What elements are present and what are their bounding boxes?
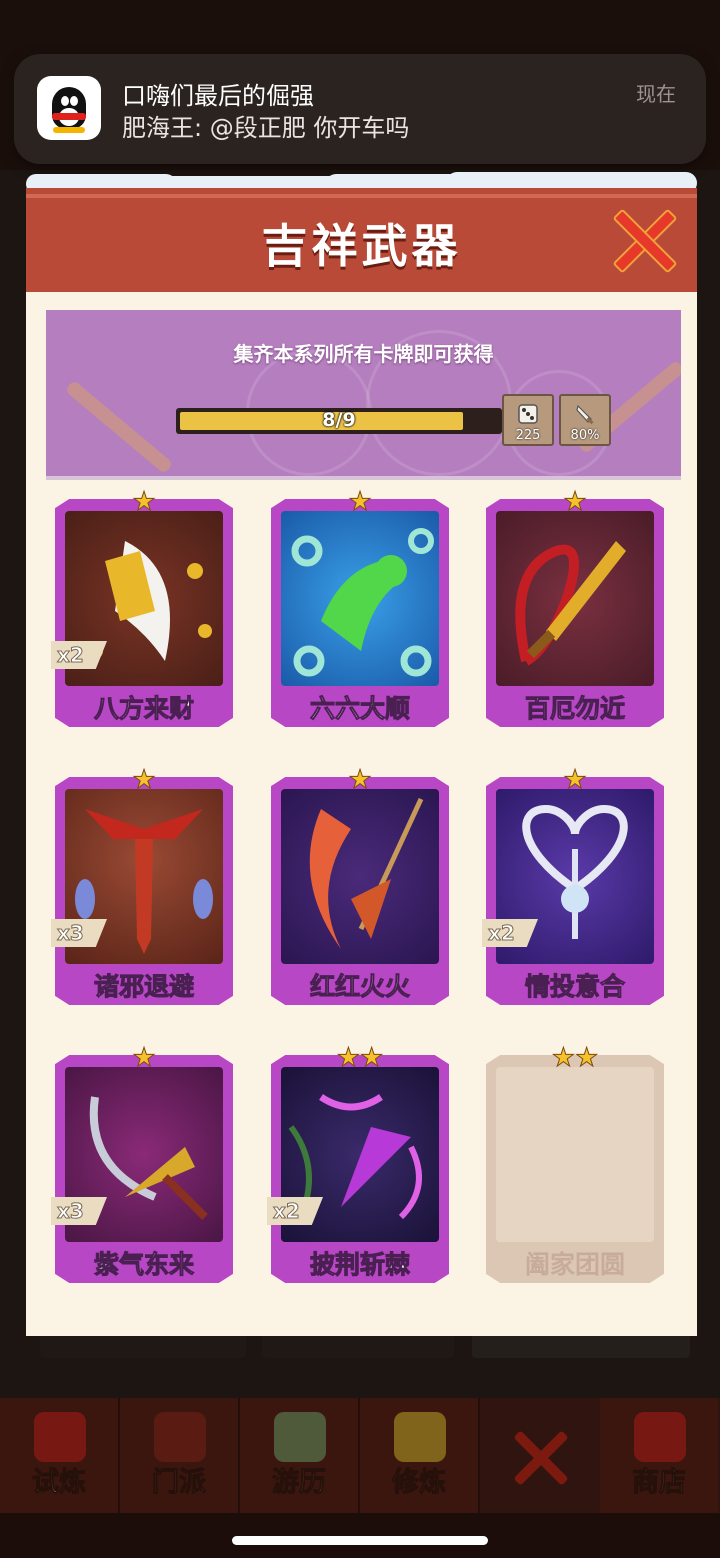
weapon-card[interactable]: ★ x2 情投意合 xyxy=(482,765,664,1005)
qq-penguin-icon xyxy=(37,76,101,140)
card-name: 阖家团圆 xyxy=(524,1250,625,1279)
card-name: 紫气东来 xyxy=(93,1250,194,1280)
rarity-stars: ★★ xyxy=(551,1043,599,1073)
rarity-stars: ★ xyxy=(563,487,587,517)
notification-time: 现在 xyxy=(636,82,676,106)
notification-banner[interactable]: 口嗨们最后的倔强 肥海王: @段正肥 你开车吗 现在 xyxy=(14,54,706,164)
home-indicator[interactable] xyxy=(232,1536,488,1545)
card-name: 情投意合 xyxy=(524,972,625,1002)
sword-icon xyxy=(573,402,597,426)
weapon-card[interactable]: ★ 红红火火 xyxy=(271,767,449,1005)
weapon-collection-dialog: 吉祥武器 集齐本系列所有卡牌即可获得 8/9 225 80% ★ x2 八方来财… xyxy=(26,172,697,1336)
weapon-card-locked[interactable]: ★★ 阖家团圆 xyxy=(486,1045,664,1283)
dialog-header: 吉祥武器 xyxy=(26,188,697,296)
card-name: 诸邪退避 xyxy=(93,972,194,1002)
weapon-card[interactable]: ★ 六六大顺 xyxy=(271,489,449,727)
weapon-card[interactable]: ★ x3 诸邪退避 xyxy=(51,765,233,1005)
weapon-card[interactable]: ★ x3 紫气东来 xyxy=(51,1043,233,1283)
dialog-body: 集齐本系列所有卡牌即可获得 8/9 225 80% ★ x2 八方来财 ★ 六六… xyxy=(26,292,697,1336)
collection-banner: 集齐本系列所有卡牌即可获得 8/9 225 80% xyxy=(46,310,681,480)
weapon-card[interactable]: ★★ x2 披荆斩棘 xyxy=(267,1043,449,1283)
locked-card-placeholder xyxy=(496,1067,654,1242)
close-button[interactable] xyxy=(612,208,678,274)
six-hand-icon xyxy=(281,511,439,686)
card-name: 六六大顺 xyxy=(309,694,410,724)
rarity-stars: ★ xyxy=(348,765,372,795)
weapon-card[interactable]: ★ 百厄勿近 xyxy=(486,489,664,727)
progress-text: 8/9 xyxy=(322,409,356,431)
card-name: 披荆斩棘 xyxy=(309,1250,410,1280)
banner-text: 集齐本系列所有卡牌即可获得 xyxy=(233,342,494,366)
rarity-stars: ★ xyxy=(348,487,372,517)
dice-icon xyxy=(516,402,540,426)
notification-title: 口嗨们最后的倔强 xyxy=(122,82,314,110)
bonus-sword: 80% xyxy=(559,394,611,446)
bonus-value: 225 xyxy=(515,428,541,443)
bonus-dice: 225 xyxy=(502,394,554,446)
rarity-stars: ★ xyxy=(563,765,587,795)
notification-message: 肥海王: @段正肥 你开车吗 xyxy=(122,114,410,142)
bonus-value: 80% xyxy=(570,428,600,443)
collection-progress-bar: 8/9 xyxy=(176,408,502,434)
fire-spear-icon xyxy=(281,789,439,964)
weapon-card[interactable]: ★ x2 八方来财 xyxy=(51,487,233,727)
card-name: 百厄勿近 xyxy=(524,694,625,724)
rarity-stars: ★★ xyxy=(336,1043,384,1073)
rarity-stars: ★ xyxy=(132,1043,156,1073)
card-name: 红红火火 xyxy=(309,972,410,1002)
dialog-title: 吉祥武器 xyxy=(261,219,462,273)
golden-sword-icon xyxy=(496,511,654,686)
rarity-stars: ★ xyxy=(132,765,156,795)
rarity-stars: ★ xyxy=(132,487,156,517)
card-name: 八方来财 xyxy=(93,694,194,724)
